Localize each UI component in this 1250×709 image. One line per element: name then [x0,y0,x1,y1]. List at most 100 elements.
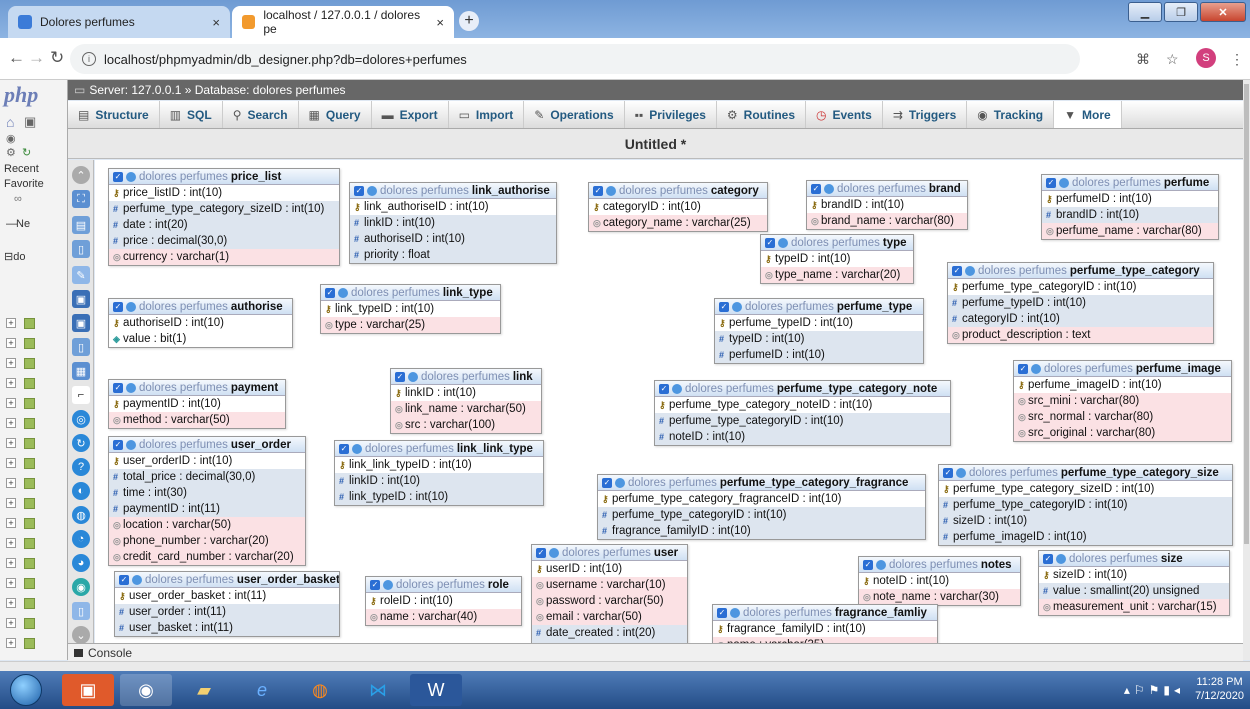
reload-icon[interactable]: ↻ [72,434,90,452]
table-column[interactable]: ⚷ user_order_basket : int(11) [115,588,339,604]
translate-icon[interactable]: ⌘ [1136,51,1150,68]
toggle-columns-icon[interactable]: ✓ [1043,553,1053,564]
expand-table-icon[interactable]: + [6,438,16,448]
tab-privileges[interactable]: ▪▪ Privileges [625,101,717,128]
table-column[interactable]: ◎ brand_name : varchar(80) [807,213,967,229]
table-icon[interactable] [24,478,35,489]
table-column[interactable]: ⚷ authoriseID : int(10) [109,315,292,331]
table-column[interactable]: ⚷ typeID : int(10) [761,251,913,267]
db-table-perfume-type-category-size[interactable]: ✓ dolores perfumes perfume_type_category_s… [938,464,1233,546]
minimize-button[interactable]: ▁ [1128,2,1162,22]
toggle-columns-icon[interactable]: ✓ [113,382,123,393]
table-column[interactable]: ◎ username : varchar(10) [532,577,687,593]
table-column[interactable]: ◎ src_mini : varchar(80) [1014,393,1231,409]
table-icon[interactable] [24,398,35,409]
toggle-columns-icon[interactable]: ✓ [943,467,953,478]
save-as-icon[interactable]: ▣ [72,314,90,332]
table-column[interactable]: ⚷ roleID : int(10) [366,593,521,609]
table-column[interactable]: ⚷ perfume_type_categoryID : int(10) [948,279,1213,295]
logout-icon[interactable]: ▣ [24,114,36,130]
table-header[interactable]: ✓ dolores perfumes perfume_type_category [948,263,1213,279]
table-options-icon[interactable] [1056,553,1066,564]
expand-table-icon[interactable]: + [6,318,16,328]
expand-table-icon[interactable]: + [6,458,16,468]
db-table-category[interactable]: ✓ dolores perfumes category ⚷ categoryID : i… [588,182,768,232]
table-header[interactable]: ✓ dolores perfumes user_order [109,437,305,453]
table-header[interactable]: ✓ dolores perfumes notes [859,557,1020,573]
toggle-columns-icon[interactable]: ✓ [370,579,380,590]
table-icon[interactable] [24,338,35,349]
db-table-user[interactable]: ✓ dolores perfumes user ⚷ userID : int(10) ◎ u… [531,544,688,658]
url-input[interactable]: i localhost/phpmyadmin/db_designer.php?d… [70,44,1080,74]
table-column[interactable]: # user_basket : int(11) [115,620,339,636]
table-header[interactable]: ✓ dolores perfumes payment [109,380,285,396]
table-column[interactable]: # priority : float [350,247,556,263]
tab-routines[interactable]: ⚙ Routines [717,101,807,128]
db-table-perfume-type-category-fragrance[interactable]: ✓ dolores perfumes perfume_type_category_f… [597,474,926,540]
settings-gear-icon[interactable]: ⚙ [6,146,16,159]
table-header[interactable]: ✓ dolores perfumes perfume_type [715,299,923,315]
start-button[interactable] [10,674,42,706]
expand-table-icon[interactable]: + [6,538,16,548]
table-options-icon[interactable] [126,439,136,450]
table-options-icon[interactable] [408,371,418,382]
table-options-icon[interactable] [778,237,788,248]
table-column[interactable]: ◎ src_original : varchar(80) [1014,425,1231,441]
toggle-columns-icon[interactable]: ✓ [719,301,729,312]
toggle-columns-icon[interactable]: ✓ [593,185,603,196]
expand-table-icon[interactable]: + [6,338,16,348]
db-table-perfume-type-category[interactable]: ✓ dolores perfumes perfume_type_category ⚷ p… [947,262,1214,344]
db-table-user-order[interactable]: ✓ dolores perfumes user_order ⚷ user_orderID… [108,436,306,566]
expand-table-icon[interactable]: + [6,618,16,628]
table-header[interactable]: ✓ dolores perfumes user_order_basket [115,572,339,588]
db-table-price-list[interactable]: ✓ dolores perfumes price_list ⚷ price_listID… [108,168,340,266]
table-column[interactable]: # perfume_type_categoryID : int(10) [939,497,1232,513]
toggle-columns-icon[interactable]: ✓ [325,287,335,298]
favorites-tab[interactable]: Favorite [4,177,44,192]
table-column[interactable]: # paymentID : int(11) [109,501,305,517]
db-table-brand[interactable]: ✓ dolores perfumes brand ⚷ brandID : int(10)… [806,180,968,230]
expand-table-icon[interactable]: + [6,358,16,368]
browser-tab-phpmyadmin[interactable]: localhost / 127.0.0.1 / dolores pe × [232,6,454,38]
expand-table-icon[interactable]: + [6,598,16,608]
breadcrumb-text[interactable]: Server: 127.0.0.1 » Database: dolores pe… [89,83,345,97]
expand-table-icon[interactable]: + [6,558,16,568]
db-table-perfume-image[interactable]: ✓ dolores perfumes perfume_image ⚷ perfume_i… [1013,360,1232,442]
table-column[interactable]: # fragrance_familyID : int(10) [598,523,925,539]
table-options-icon[interactable] [549,547,559,558]
table-options-icon[interactable] [956,467,966,478]
table-column[interactable]: ⚷ categoryID : int(10) [589,199,767,215]
table-column[interactable]: ◎ email : varchar(50) [532,609,687,625]
designer-canvas[interactable]: ✓ dolores perfumes price_list ⚷ price_listID… [95,160,1243,660]
db-table-link[interactable]: ✓ dolores perfumes link ⚷ linkID : int(10) ◎ l… [390,368,542,434]
table-column[interactable]: ⚷ perfume_typeID : int(10) [715,315,923,331]
expand-table-icon[interactable]: + [6,378,16,388]
table-column[interactable]: # authoriseID : int(10) [350,231,556,247]
table-column[interactable]: # perfume_imageID : int(10) [939,529,1232,545]
table-column[interactable]: ◎ product_description : text [948,327,1213,343]
table-options-icon[interactable] [352,443,362,454]
db-table-link-authorise[interactable]: ✓ dolores perfumes link_authorise ⚷ link_aut… [349,182,557,264]
db-table-perfume[interactable]: ✓ dolores perfumes perfume ⚷ perfumeID : int… [1041,174,1219,240]
toggle-columns-icon[interactable]: ✓ [717,607,727,618]
vertical-scrollbar[interactable] [1243,80,1250,660]
db-table-link-link-type[interactable]: ✓ dolores perfumes link_link_type ⚷ link_lin… [334,440,544,506]
choose-column-icon[interactable]: ◎ [72,410,90,428]
angular-links-icon[interactable]: ◐ [72,482,90,500]
expand-table-icon[interactable]: + [6,638,16,648]
table-column[interactable]: ⚷ sizeID : int(10) [1039,567,1229,583]
move-menu-icon[interactable]: ⌄ [72,626,90,644]
db-table-notes[interactable]: ✓ dolores perfumes notes ⚷ noteID : int(10) ◎… [858,556,1021,606]
help-icon[interactable]: ? [72,458,90,476]
table-column[interactable]: # noteID : int(10) [655,429,950,445]
table-column[interactable]: ◎ src_normal : varchar(80) [1014,409,1231,425]
fullscreen-icon[interactable]: ⛶ [72,190,90,208]
internet-explorer-icon[interactable]: e [236,674,288,706]
recent-tab[interactable]: Recent [4,162,44,177]
table-icon[interactable] [24,458,35,469]
tab-export[interactable]: ▬ Export [372,101,449,128]
toggle-columns-icon[interactable]: ✓ [395,371,405,382]
table-icon[interactable] [24,578,35,589]
table-column[interactable]: # total_price : decimal(30,0) [109,469,305,485]
forward-arrow-icon[interactable]: → [28,48,45,68]
